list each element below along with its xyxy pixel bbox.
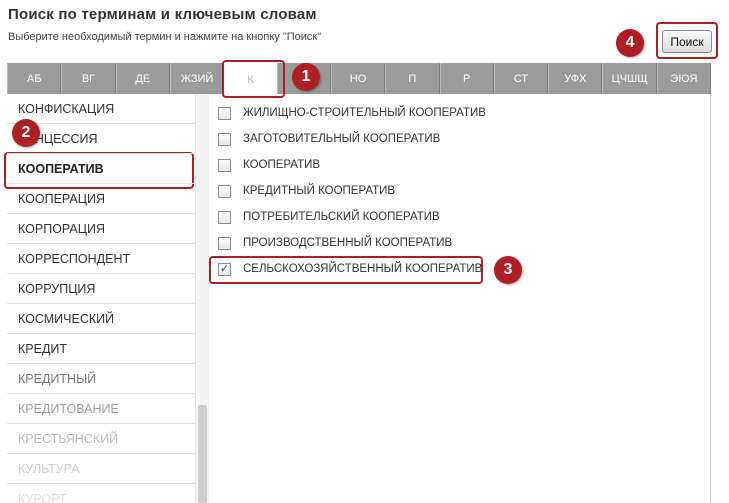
result-item[interactable]: КООПЕРАТИВ — [215, 152, 695, 178]
result-checkbox[interactable] — [218, 106, 231, 120]
term-item[interactable]: КРЕСТЬЯНСКИЙ — [7, 424, 195, 454]
tab-r[interactable]: Р — [439, 63, 494, 94]
active-tab-highlight — [222, 60, 285, 98]
step-badge-1: 1 — [292, 63, 320, 91]
search-button[interactable]: Поиск — [662, 30, 712, 53]
result-item[interactable]: КРЕДИТНЫЙ КООПЕРАТИВ — [215, 178, 695, 204]
result-label: ЗАГОТОВИТЕЛЬНЫЙ КООПЕРАТИВ — [243, 133, 441, 145]
result-label: КООПЕРАТИВ — [243, 159, 321, 171]
result-label: ЖИЛИЩНО-СТРОИТЕЛЬНЫЙ КООПЕРАТИВ — [243, 107, 486, 119]
tab-tschshsch[interactable]: ЦЧШЩ — [602, 63, 657, 94]
result-label: СЕЛЬСКОХОЗЯЙСТВЕННЫЙ КООПЕРАТИВ — [243, 263, 483, 275]
tab-st[interactable]: СТ — [493, 63, 549, 94]
term-item[interactable]: КРЕДИТ — [7, 334, 195, 364]
result-list: ЖИЛИЩНО-СТРОИТЕЛЬНЫЙ КООПЕРАТИВ ЗАГОТОВИ… — [215, 100, 695, 282]
tab-vg[interactable]: ВГ — [61, 63, 116, 94]
result-item[interactable]: ✓ СЕЛЬСКОХОЗЯЙСТВЕННЫЙ КООПЕРАТИВ — [215, 256, 695, 282]
tab-eyuya[interactable]: ЭЮЯ — [656, 63, 712, 94]
result-checkbox[interactable] — [218, 158, 231, 172]
result-item[interactable]: ПРОИЗВОДСТВЕННЫЙ КООПЕРАТИВ — [215, 230, 695, 256]
checkmark-icon: ✓ — [219, 262, 230, 275]
result-label: ПОТРЕБИТЕЛЬСКИЙ КООПЕРАТИВ — [243, 211, 440, 223]
tab-ab[interactable]: АБ — [7, 63, 62, 94]
term-item[interactable]: КОРРУПЦИЯ — [7, 274, 195, 304]
result-label: КРЕДИТНЫЙ КООПЕРАТИВ — [243, 185, 396, 197]
result-checkbox[interactable] — [218, 210, 231, 224]
term-item[interactable]: КУЛЬТУРА — [7, 454, 195, 484]
page-title: Поиск по терминам и ключевым словам — [8, 6, 317, 23]
panel-divider — [710, 94, 711, 503]
term-item[interactable]: КРЕДИТНЫЙ — [7, 364, 195, 394]
step-badge-3: 3 — [494, 256, 522, 284]
result-item[interactable]: ЖИЛИЩНО-СТРОИТЕЛЬНЫЙ КООПЕРАТИВ — [215, 100, 695, 126]
result-checkbox-checked[interactable]: ✓ — [218, 262, 231, 276]
term-item[interactable]: КООПЕРАЦИЯ — [7, 184, 195, 214]
tab-de[interactable]: ДЕ — [115, 63, 170, 94]
alphabet-tabs: АБ ВГ ДЕ ЖЗИЙ К Л НО П Р СТ УФХ ЦЧШЩ ЭЮЯ — [7, 63, 712, 97]
term-item-selected[interactable]: КООПЕРАТИВ — [7, 154, 195, 184]
page-subtitle: Выберите необходимый термин и нажмите на… — [8, 31, 322, 43]
term-item[interactable]: КОНФИСКАЦИЯ — [7, 94, 195, 124]
term-item[interactable]: КОРРЕСПОНДЕНТ — [7, 244, 195, 274]
result-item[interactable]: ПОТРЕБИТЕЛЬСКИЙ КООПЕРАТИВ — [215, 204, 695, 230]
step-badge-2: 2 — [12, 119, 40, 147]
result-checkbox[interactable] — [218, 236, 231, 250]
tab-no[interactable]: НО — [330, 63, 386, 94]
tab-ufh[interactable]: УФХ — [548, 63, 603, 94]
term-list-scrollbar[interactable] — [195, 94, 209, 503]
tab-zhziy[interactable]: ЖЗИЙ — [169, 63, 225, 94]
scrollbar-thumb[interactable] — [198, 405, 207, 503]
term-item[interactable]: КОСМИЧЕСКИЙ — [7, 304, 195, 334]
result-checkbox[interactable] — [218, 184, 231, 198]
step-badge-4: 4 — [616, 29, 644, 57]
term-item[interactable]: КУРОРТ — [7, 484, 195, 503]
result-label: ПРОИЗВОДСТВЕННЫЙ КООПЕРАТИВ — [243, 237, 453, 249]
tab-p[interactable]: П — [385, 63, 440, 94]
term-item[interactable]: КРЕДИТОВАНИЕ — [7, 394, 195, 424]
result-checkbox[interactable] — [218, 132, 231, 146]
term-list: КОНФИСКАЦИЯ КОНЦЕССИЯ КООПЕРАТИВ КООПЕРА… — [7, 94, 195, 503]
term-item[interactable]: КОРПОРАЦИЯ — [7, 214, 195, 244]
result-item[interactable]: ЗАГОТОВИТЕЛЬНЫЙ КООПЕРАТИВ — [215, 126, 695, 152]
